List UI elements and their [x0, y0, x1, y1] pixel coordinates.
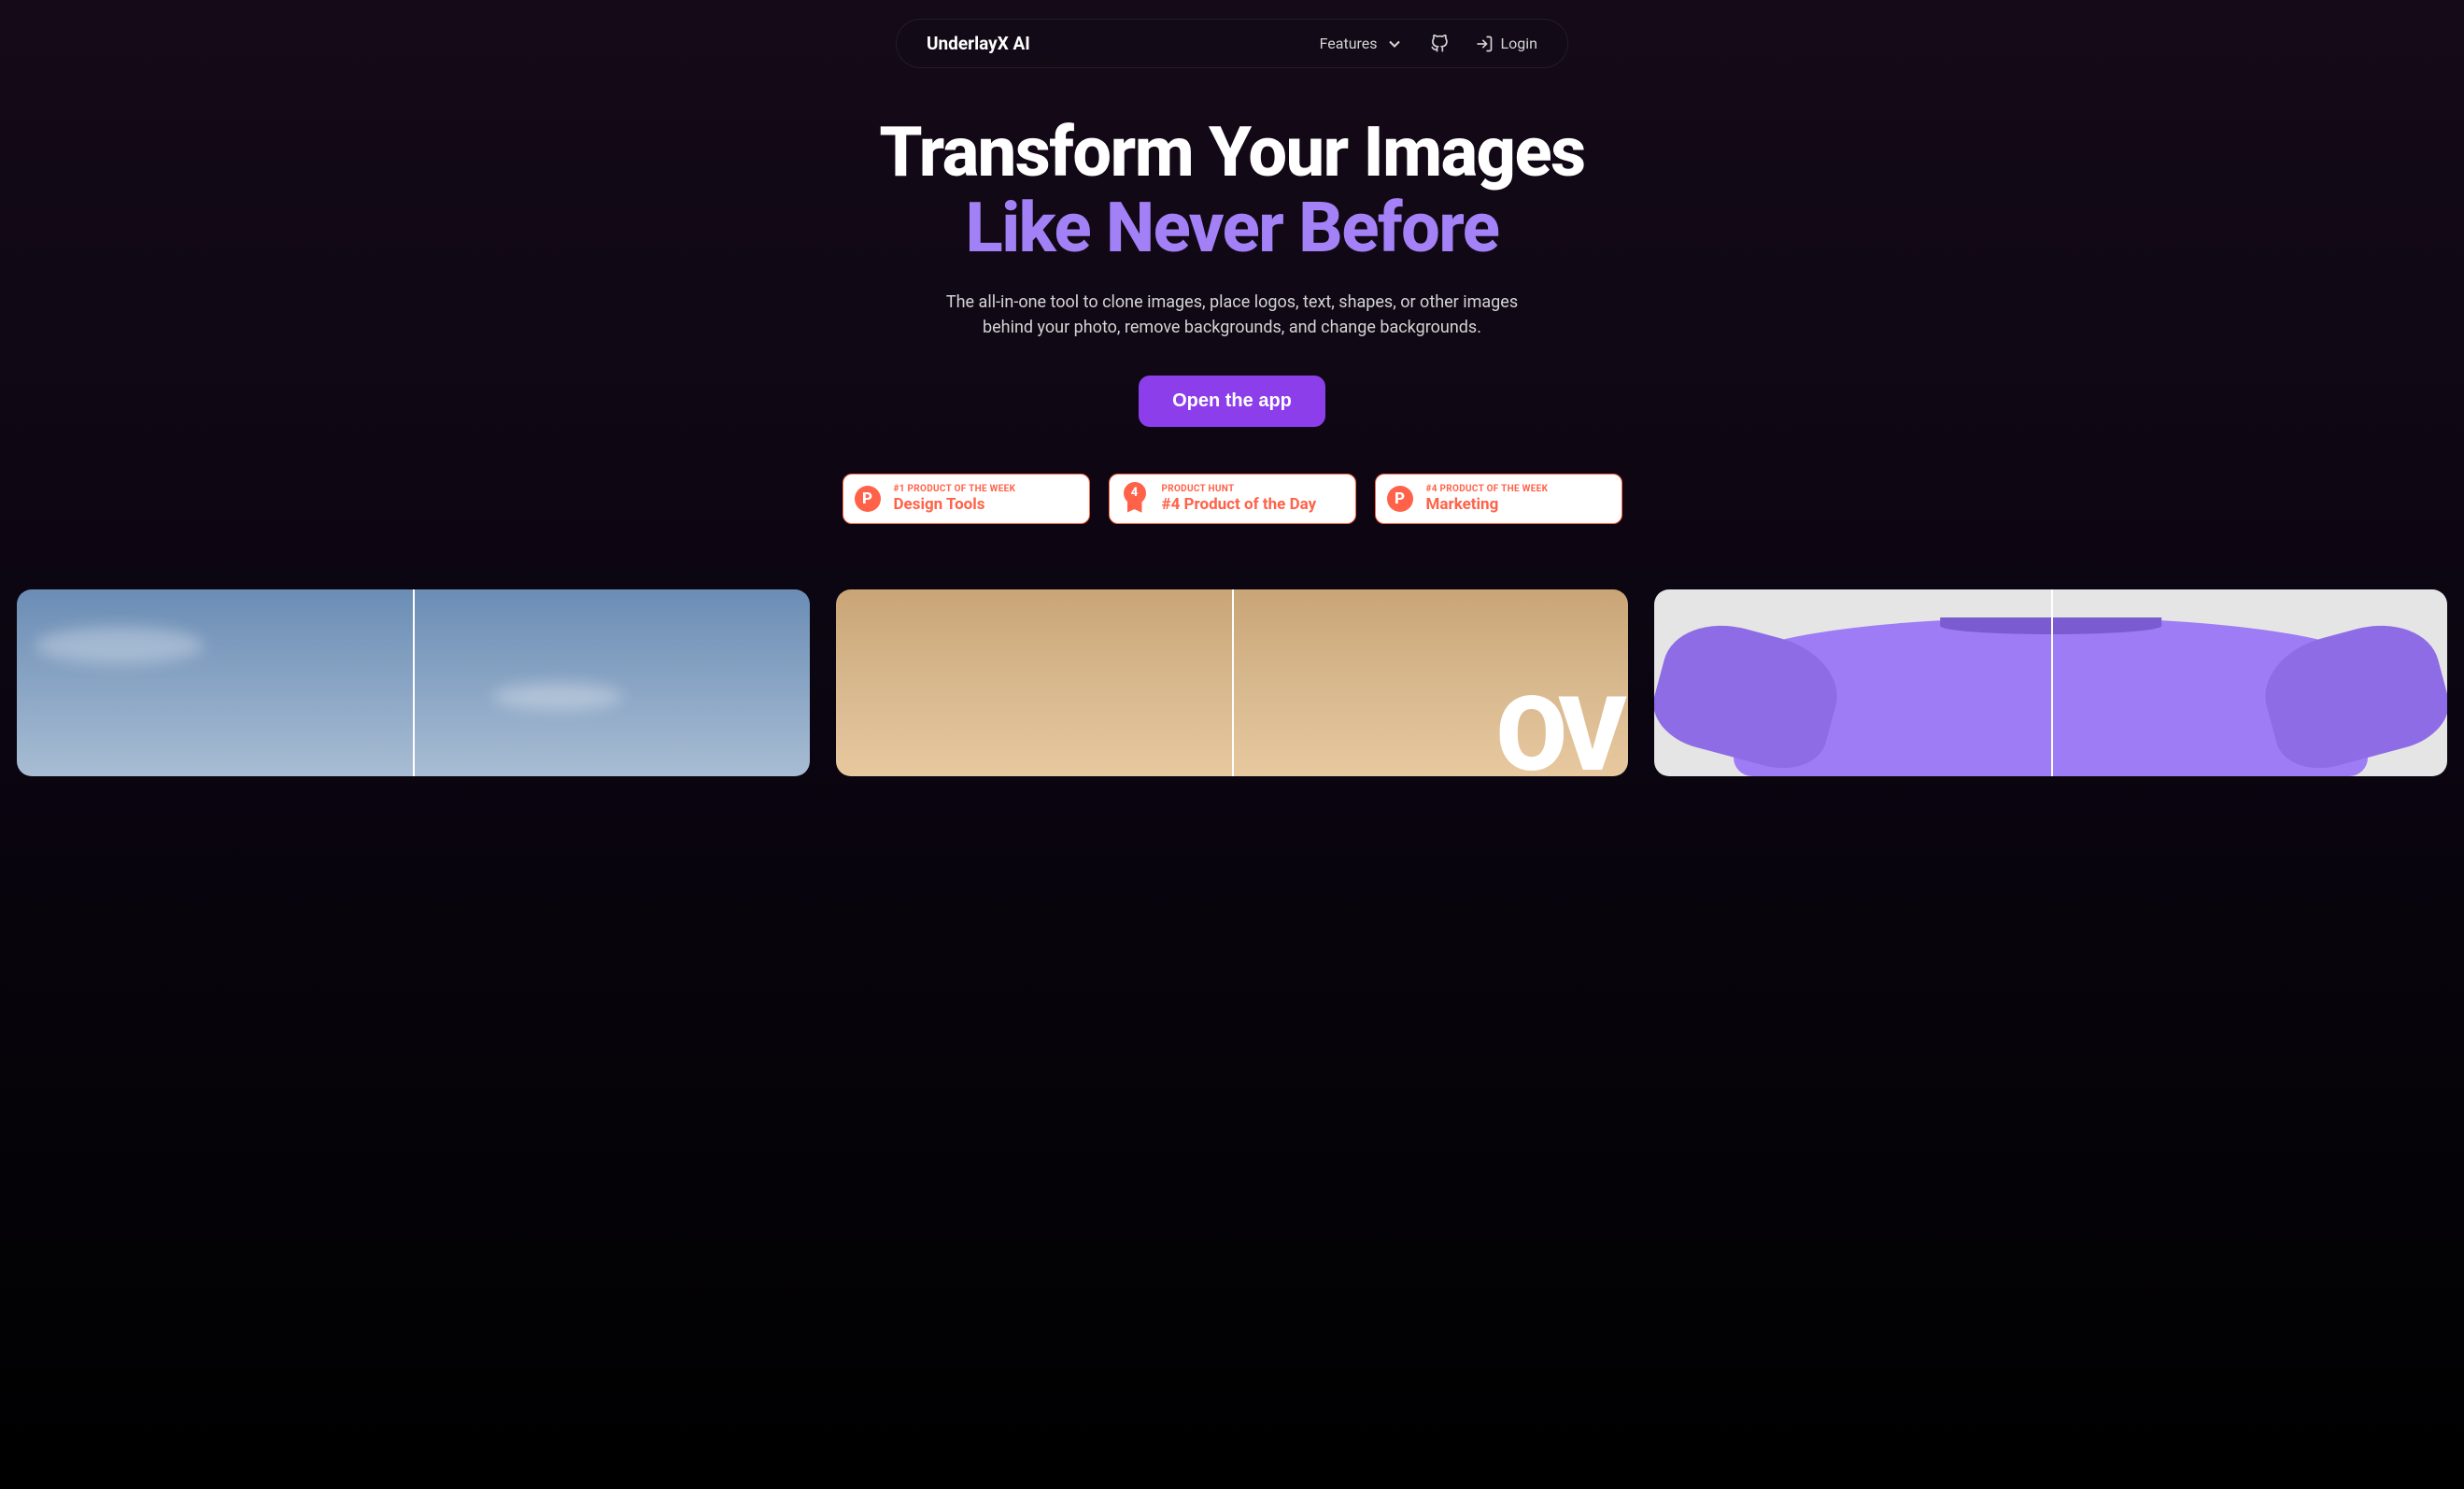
badge-marketing[interactable]: P #4 PRODUCT OF THE WEEK Marketing: [1375, 474, 1622, 524]
hero-title-line2: Like Never Before: [19, 191, 2445, 266]
login-button[interactable]: Login: [1475, 35, 1537, 53]
github-link[interactable]: [1430, 35, 1449, 53]
example-card-sunset[interactable]: OV: [836, 589, 1629, 776]
badge-label: #4 PRODUCT OF THE WEEK: [1426, 484, 1549, 494]
example-gallery: OV: [0, 589, 2464, 776]
badge-text-group: #4 PRODUCT OF THE WEEK Marketing: [1426, 484, 1549, 514]
before-after-divider: [413, 589, 415, 776]
nav-right-group: Features Login: [1320, 35, 1537, 53]
badge-title: Marketing: [1426, 495, 1549, 514]
before-after-divider: [1232, 589, 1234, 776]
badge-text-group: PRODUCT HUNT #4 Product of the Day: [1162, 484, 1317, 514]
badge-label: #1 PRODUCT OF THE WEEK: [894, 484, 1016, 494]
badge-p-icon: P: [1387, 486, 1413, 512]
hero-title-line1: Transform Your Images: [19, 115, 2445, 191]
hero-section: Transform Your Images Like Never Before …: [0, 115, 2464, 427]
navbar: UnderlayX AI Features Login: [896, 19, 1568, 68]
example-card-sky[interactable]: [17, 589, 810, 776]
login-icon: [1475, 35, 1494, 53]
brand-logo[interactable]: UnderlayX AI: [927, 33, 1030, 54]
login-label: Login: [1501, 35, 1537, 52]
features-dropdown[interactable]: Features: [1320, 35, 1404, 53]
badge-label: PRODUCT HUNT: [1162, 484, 1317, 494]
cloud-shape: [35, 627, 204, 664]
overlay-text: OV: [1496, 674, 1620, 776]
badge-title: #4 Product of the Day: [1162, 495, 1317, 514]
badge-title: Design Tools: [894, 495, 1016, 514]
chevron-down-icon: [1385, 35, 1404, 53]
badge-design-tools[interactable]: P #1 PRODUCT OF THE WEEK Design Tools: [843, 474, 1090, 524]
badge-p-icon: P: [855, 486, 881, 512]
hero-title: Transform Your Images Like Never Before: [19, 115, 2445, 267]
cloud-shape: [492, 683, 623, 711]
github-icon: [1430, 35, 1449, 53]
medal-number: 4: [1124, 482, 1146, 504]
example-card-sweater[interactable]: [1654, 589, 2447, 776]
badge-product-of-day[interactable]: 4 PRODUCT HUNT #4 Product of the Day: [1109, 474, 1356, 524]
features-label: Features: [1320, 35, 1378, 52]
open-app-button[interactable]: Open the app: [1139, 376, 1325, 427]
product-hunt-badges: P #1 PRODUCT OF THE WEEK Design Tools 4 …: [0, 474, 2464, 524]
badge-text-group: #1 PRODUCT OF THE WEEK Design Tools: [894, 484, 1016, 514]
medal-icon: 4: [1121, 482, 1149, 516]
before-after-divider: [2051, 589, 2053, 776]
hero-subtitle: The all-in-one tool to clone images, pla…: [933, 290, 1531, 340]
